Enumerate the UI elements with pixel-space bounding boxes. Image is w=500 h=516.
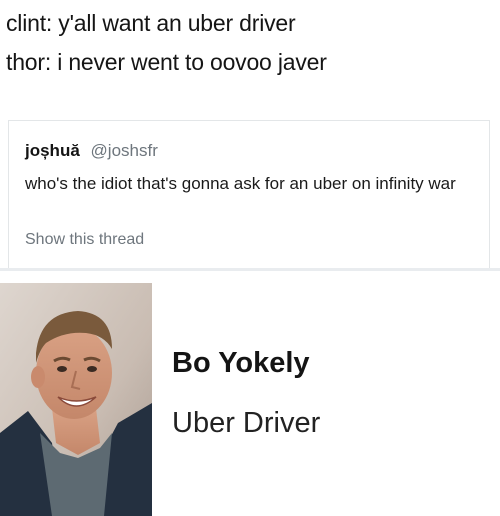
tweet-text: who's the idiot that's gonna ask for an … [25, 174, 456, 193]
driver-name: Bo Yokely [172, 347, 310, 379]
driver-role: Uber Driver [172, 407, 321, 439]
section-divider [0, 268, 500, 271]
tweet-handle[interactable]: @joshsfr [91, 141, 158, 160]
driver-portrait-icon [0, 283, 152, 516]
meme-caption: clint: y'all want an uber driver thor: i… [6, 4, 496, 82]
tweet-display-name[interactable]: joșhuă [25, 141, 80, 160]
caption-line-thor: thor: i never went to oovoo javer [6, 49, 327, 75]
tweet-card[interactable]: joșhuă @joshsfr who's the idiot that's g… [8, 120, 490, 270]
caption-line-clint: clint: y'all want an uber driver [6, 10, 296, 36]
tweet-header: joșhuă @joshsfr [25, 141, 158, 161]
show-thread-link[interactable]: Show this thread [25, 231, 144, 249]
driver-portrait-photo [0, 283, 152, 516]
driver-profile: Bo Yokely Uber Driver [0, 283, 500, 516]
